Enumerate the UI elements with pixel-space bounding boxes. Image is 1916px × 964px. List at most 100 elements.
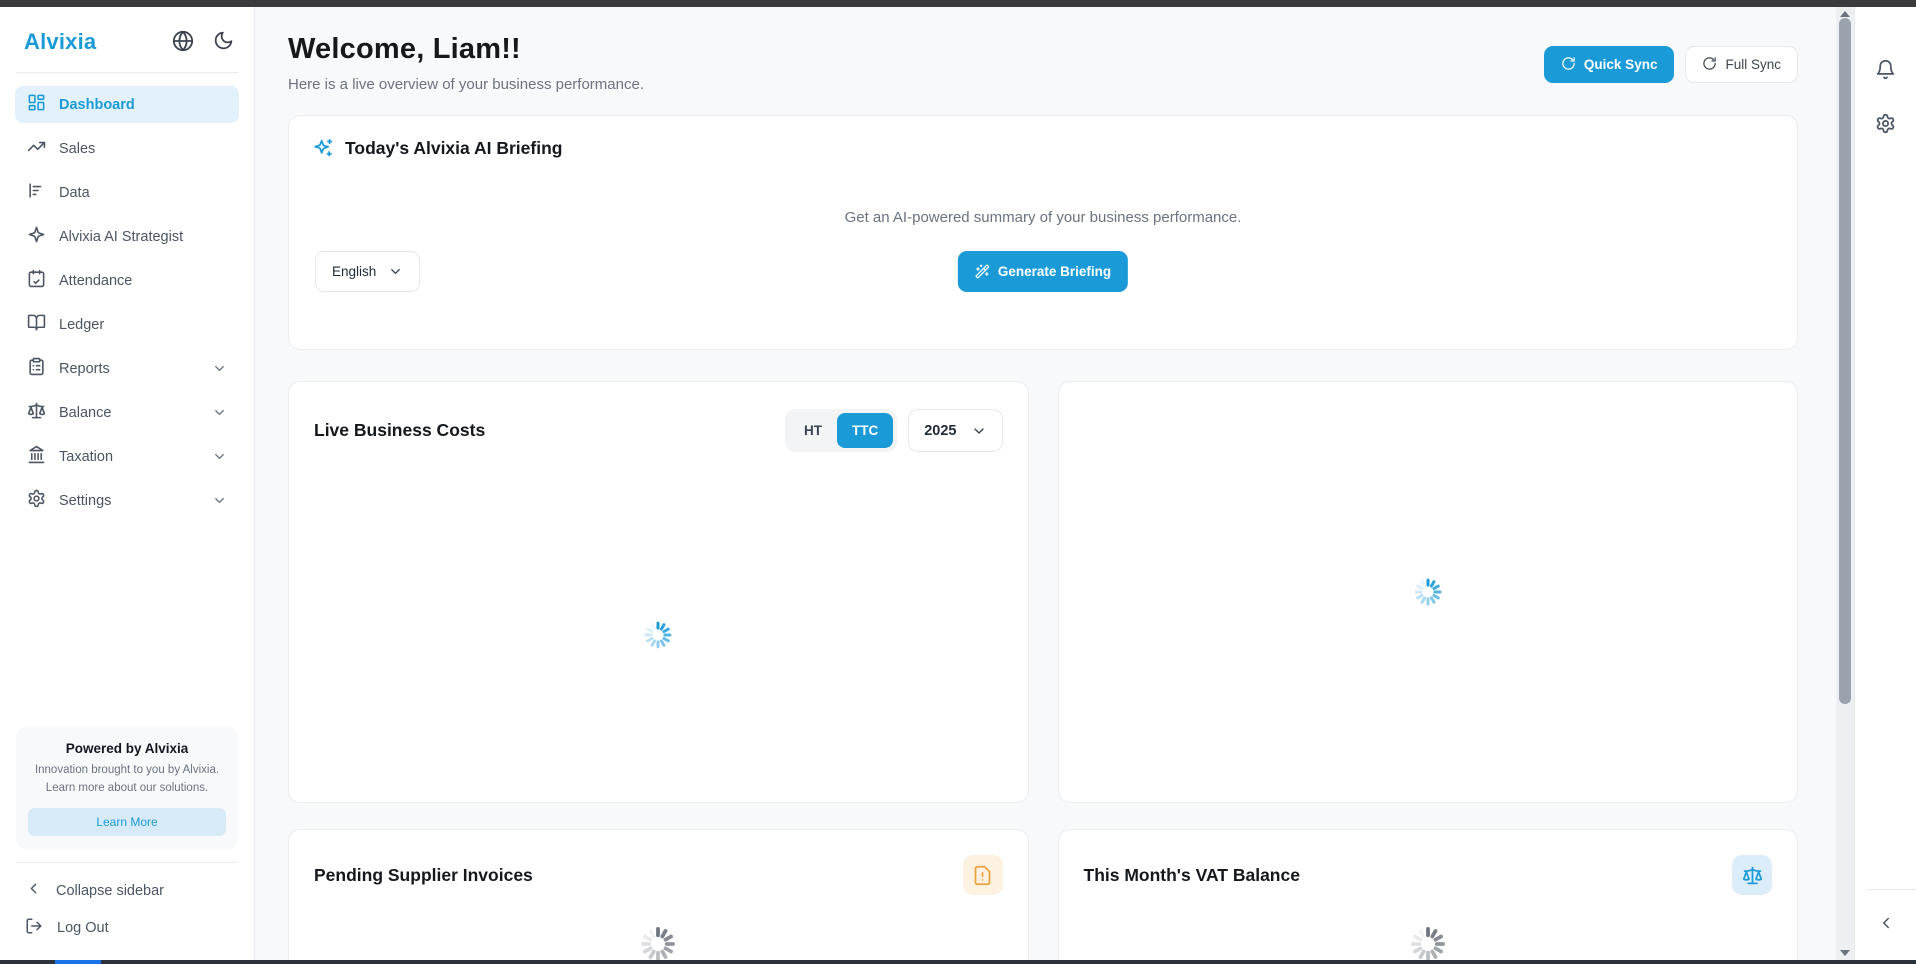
ht-ttc-toggle-group: HT TTC xyxy=(785,409,897,452)
app-window: Alvixia xyxy=(0,0,1916,964)
generate-briefing-label: Generate Briefing xyxy=(998,264,1111,279)
vertical-scrollbar[interactable] xyxy=(1836,7,1854,960)
sidebar-item-label: Sales xyxy=(59,141,95,157)
landmark-icon xyxy=(27,445,46,468)
sidebar-header: Alvixia xyxy=(0,7,254,72)
sidebar-item-dashboard[interactable]: Dashboard xyxy=(15,86,239,123)
bell-icon xyxy=(1875,59,1896,83)
sidebar-nav: Dashboard Sales Data Alvixia AI Strategi… xyxy=(0,73,254,526)
sidebar-item-attendance[interactable]: Attendance xyxy=(15,262,239,299)
bar-chart-icon xyxy=(27,181,46,204)
language-select[interactable]: English xyxy=(315,251,420,292)
loading-spinner xyxy=(1409,925,1447,960)
logout-button[interactable]: Log Out xyxy=(15,909,239,947)
collapse-sidebar-label: Collapse sidebar xyxy=(56,883,164,899)
bottom-blue-indicator xyxy=(55,960,101,964)
moon-icon xyxy=(213,30,234,54)
quick-sync-button[interactable]: Quick Sync xyxy=(1544,46,1675,83)
book-open-icon xyxy=(27,313,46,336)
powered-title: Powered by Alvixia xyxy=(28,741,226,756)
briefing-description: Get an AI-powered summary of your busine… xyxy=(313,209,1773,226)
chevron-down-icon xyxy=(212,361,227,376)
generate-briefing-button[interactable]: Generate Briefing xyxy=(958,251,1128,292)
sidebar-item-label: Alvixia AI Strategist xyxy=(59,229,183,245)
sidebar-item-taxation[interactable]: Taxation xyxy=(15,438,239,475)
loading-spinner xyxy=(1413,577,1443,607)
toggle-ht[interactable]: HT xyxy=(789,413,837,448)
sidebar-item-label: Reports xyxy=(59,361,110,377)
scrollbar-up-arrow[interactable] xyxy=(1840,11,1850,17)
clipboard-list-icon xyxy=(27,357,46,380)
year-select[interactable]: 2025 xyxy=(908,409,1002,452)
chart-card-loading xyxy=(1058,381,1799,803)
sidebar-item-label: Attendance xyxy=(59,273,132,289)
sidebar-item-sales[interactable]: Sales xyxy=(15,130,239,167)
file-warning-icon xyxy=(963,855,1003,895)
app-logo: Alvixia xyxy=(24,29,96,55)
sidebar-item-balance[interactable]: Balance xyxy=(15,394,239,431)
language-value: English xyxy=(332,264,376,279)
card-title: Live Business Costs xyxy=(314,420,485,441)
sparkle-icon xyxy=(27,225,46,248)
chevron-down-icon xyxy=(971,423,987,439)
logout-label: Log Out xyxy=(57,920,109,936)
sidebar-item-label: Dashboard xyxy=(59,97,135,113)
logout-icon xyxy=(25,917,43,939)
globe-icon xyxy=(172,30,194,55)
rail-divider xyxy=(1866,889,1916,890)
collapse-panel-button[interactable] xyxy=(1877,914,1895,932)
chevron-down-icon xyxy=(212,405,227,420)
live-business-costs-card: Live Business Costs HT TTC 2025 xyxy=(288,381,1029,803)
scrollbar-thumb[interactable] xyxy=(1839,18,1851,704)
vat-balance-card: This Month's VAT Balance xyxy=(1058,829,1799,960)
calendar-check-icon xyxy=(27,269,46,292)
full-sync-label: Full Sync xyxy=(1725,57,1781,72)
collapse-sidebar-button[interactable]: Collapse sidebar xyxy=(15,872,239,909)
loading-spinner xyxy=(639,925,677,960)
gear-icon xyxy=(1875,113,1896,137)
trending-up-icon xyxy=(27,137,46,160)
scale-icon xyxy=(1732,855,1772,895)
briefing-title: Today's Alvixia AI Briefing xyxy=(345,138,562,159)
toggle-ttc[interactable]: TTC xyxy=(837,413,893,448)
sidebar-item-ledger[interactable]: Ledger xyxy=(15,306,239,343)
refresh-icon xyxy=(1702,56,1717,74)
sidebar-item-label: Balance xyxy=(59,405,111,421)
chevron-down-icon xyxy=(212,449,227,464)
sidebar-item-label: Taxation xyxy=(59,449,113,465)
notifications-button[interactable] xyxy=(1875,59,1896,83)
powered-by-box: Powered by Alvixia Innovation brought to… xyxy=(16,727,238,849)
dark-mode-toggle[interactable] xyxy=(213,30,234,55)
language-globe-button[interactable] xyxy=(172,30,194,55)
sidebar-item-ai-strategist[interactable]: Alvixia AI Strategist xyxy=(15,218,239,255)
main-content: Welcome, Liam!! Here is a live overview … xyxy=(255,7,1836,960)
scrollbar-down-arrow[interactable] xyxy=(1840,950,1850,956)
pending-supplier-invoices-card: Pending Supplier Invoices xyxy=(288,829,1029,960)
right-rail xyxy=(1854,7,1916,960)
learn-more-button[interactable]: Learn More xyxy=(28,808,226,836)
chevron-left-icon xyxy=(25,880,42,901)
ai-briefing-card: Today's Alvixia AI Briefing Get an AI-po… xyxy=(288,115,1798,350)
page-subtitle: Here is a live overview of your business… xyxy=(288,76,644,93)
powered-body: Innovation brought to you by Alvixia. Le… xyxy=(28,762,226,798)
sidebar-item-reports[interactable]: Reports xyxy=(15,350,239,387)
chevron-left-icon xyxy=(1877,914,1895,932)
sidebar-item-settings[interactable]: Settings xyxy=(15,482,239,519)
refresh-icon xyxy=(1561,56,1576,74)
settings-rail-button[interactable] xyxy=(1875,113,1896,137)
loading-spinner xyxy=(643,620,673,650)
sidebar-item-label: Settings xyxy=(59,493,111,509)
chevron-down-icon xyxy=(212,493,227,508)
quick-sync-label: Quick Sync xyxy=(1584,57,1658,72)
sparkles-icon xyxy=(313,138,334,159)
sidebar: Alvixia xyxy=(0,7,255,960)
card-title: This Month's VAT Balance xyxy=(1084,865,1300,886)
browser-top-strip xyxy=(0,0,1916,7)
sidebar-item-data[interactable]: Data xyxy=(15,174,239,211)
gear-icon xyxy=(27,489,46,512)
card-title: Pending Supplier Invoices xyxy=(314,865,533,886)
layout-dashboard-icon xyxy=(27,93,46,116)
chevron-down-icon xyxy=(388,264,403,279)
sidebar-item-label: Ledger xyxy=(59,317,104,333)
full-sync-button[interactable]: Full Sync xyxy=(1685,46,1798,83)
